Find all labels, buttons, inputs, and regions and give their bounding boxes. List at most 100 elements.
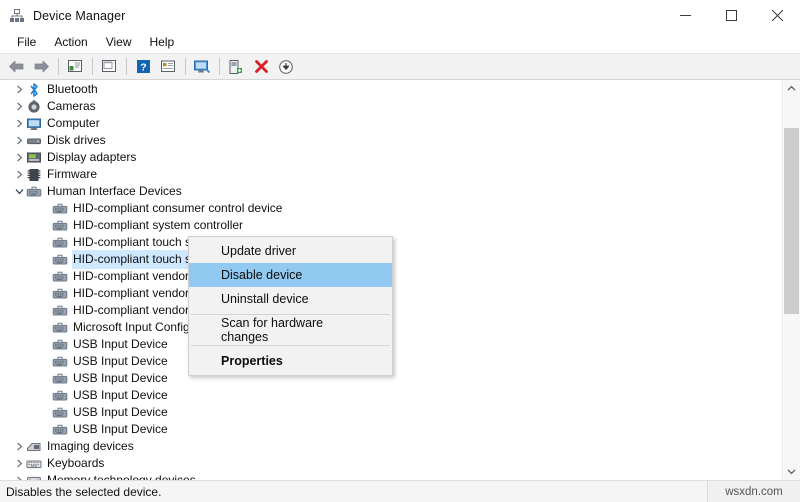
tree-row[interactable]: Imaging devices <box>0 438 783 455</box>
chevron-placeholder <box>38 319 52 336</box>
firmware-icon <box>26 167 42 183</box>
tree-row-label: HID-compliant consumer control device <box>73 201 283 215</box>
chevron-placeholder <box>38 268 52 285</box>
tree-row-label: Microsoft Input Configu <box>73 320 197 334</box>
hid-device-icon <box>52 422 68 438</box>
tree-row[interactable]: Disk drives <box>0 132 783 149</box>
scrollbar-thumb[interactable] <box>784 128 799 314</box>
hid-device-icon <box>52 218 68 234</box>
chevron-right-icon <box>16 170 22 179</box>
toolbar-separator-1 <box>58 58 59 75</box>
disable-device-button[interactable] <box>274 56 298 78</box>
chevron-right-icon <box>16 119 22 128</box>
minimize-button[interactable] <box>662 0 708 31</box>
device-manager-icon <box>9 8 25 24</box>
show-hide-console-tree-button[interactable] <box>63 56 87 78</box>
ctx-update-driver[interactable]: Update driver <box>189 239 392 263</box>
forward-button[interactable] <box>29 56 53 78</box>
tree-row-label: Keyboards <box>47 456 105 470</box>
close-button[interactable] <box>754 0 800 31</box>
menu-file[interactable]: File <box>8 33 45 51</box>
chevron-right-icon[interactable] <box>12 455 26 472</box>
hid-device-icon <box>52 320 68 336</box>
tree-row[interactable]: Keyboards <box>0 455 783 472</box>
properties-button[interactable] <box>97 56 121 78</box>
chevron-right-icon[interactable] <box>12 115 26 132</box>
chevron-right-icon[interactable] <box>12 132 26 149</box>
context-menu-separator <box>191 345 390 346</box>
vertical-scrollbar[interactable] <box>782 80 800 480</box>
help-button[interactable]: ? <box>131 56 155 78</box>
tree-row-label: Cameras <box>47 99 96 113</box>
tree-row[interactable]: Bluetooth <box>0 81 783 98</box>
toolbar-separator-3 <box>126 58 127 75</box>
chevron-right-icon <box>16 102 22 111</box>
tree-row[interactable]: Human Interface Devices <box>0 183 783 200</box>
toolbar-separator-2 <box>92 58 93 75</box>
scroll-up-button[interactable] <box>783 80 800 97</box>
toolbar-separator-4 <box>185 58 186 75</box>
uninstall-device-button[interactable] <box>249 56 273 78</box>
chevron-placeholder <box>38 302 52 319</box>
properties-window-icon <box>102 60 116 72</box>
context-menu-separator <box>191 314 390 315</box>
tree-row[interactable]: Memory technology devices <box>0 472 783 480</box>
chevron-right-icon[interactable] <box>12 472 26 480</box>
tree-row[interactable]: HID-compliant system controller <box>0 217 783 234</box>
hid-device-icon <box>52 269 68 285</box>
monitor-scan-icon <box>194 60 211 73</box>
context-menu[interactable]: Update driver Disable device Uninstall dev… <box>188 236 393 376</box>
tree-row[interactable]: USB Input Device <box>0 421 783 438</box>
tree-row-label: HID-compliant vendor-c <box>73 303 200 317</box>
back-button[interactable] <box>4 56 28 78</box>
chevron-right-icon[interactable] <box>12 438 26 455</box>
hid-device-icon <box>52 371 68 387</box>
tree-row[interactable]: Computer <box>0 115 783 132</box>
chevron-right-icon[interactable] <box>12 98 26 115</box>
ctx-disable-device[interactable]: Disable device <box>189 263 392 287</box>
disk-drive-icon <box>26 133 42 149</box>
menu-action[interactable]: Action <box>45 33 96 51</box>
chevron-right-icon[interactable] <box>12 81 26 98</box>
window-controls <box>662 0 800 31</box>
hid-device-icon <box>52 235 68 251</box>
chevron-right-icon <box>16 136 22 145</box>
ctx-properties[interactable]: Properties <box>189 349 392 373</box>
tree-row[interactable]: Firmware <box>0 166 783 183</box>
hid-device-icon <box>52 201 68 217</box>
ctx-scan-hardware-changes[interactable]: Scan for hardware changes <box>189 316 392 344</box>
scroll-down-button[interactable] <box>783 463 800 480</box>
view-list-icon <box>161 60 175 72</box>
tree-row-label: Disk drives <box>47 133 106 147</box>
ctx-uninstall-device[interactable]: Uninstall device <box>189 287 392 311</box>
chevron-right-icon[interactable] <box>12 166 26 183</box>
hid-device-icon <box>52 354 68 370</box>
bluetooth-icon <box>26 82 42 98</box>
tree-row-label: Firmware <box>47 167 97 181</box>
svg-text:?: ? <box>140 62 146 74</box>
tree-row[interactable]: USB Input Device <box>0 387 783 404</box>
tree-row[interactable]: Display adapters <box>0 149 783 166</box>
chevron-placeholder <box>38 217 52 234</box>
menu-help[interactable]: Help <box>141 33 184 51</box>
update-driver-icon <box>229 59 242 74</box>
menu-view[interactable]: View <box>97 33 141 51</box>
tree-row[interactable]: HID-compliant consumer control device <box>0 200 783 217</box>
update-driver-button[interactable] <box>224 56 248 78</box>
tree-row-label: USB Input Device <box>73 354 168 368</box>
hid-device-icon <box>52 252 68 268</box>
tree-row[interactable]: Cameras <box>0 98 783 115</box>
chevron-placeholder <box>38 370 52 387</box>
chevron-down-icon[interactable] <box>12 183 26 200</box>
view-button[interactable] <box>156 56 180 78</box>
hid-icon <box>26 184 42 200</box>
status-text: Disables the selected device. <box>6 484 162 499</box>
chevron-placeholder <box>38 421 52 438</box>
chevron-right-icon[interactable] <box>12 149 26 166</box>
maximize-button[interactable] <box>708 0 754 31</box>
scan-hardware-changes-button[interactable] <box>190 56 214 78</box>
chevron-right-icon <box>16 459 22 468</box>
imaging-device-icon <box>26 439 42 455</box>
tree-row-label: Display adapters <box>47 150 137 164</box>
tree-row[interactable]: USB Input Device <box>0 404 783 421</box>
